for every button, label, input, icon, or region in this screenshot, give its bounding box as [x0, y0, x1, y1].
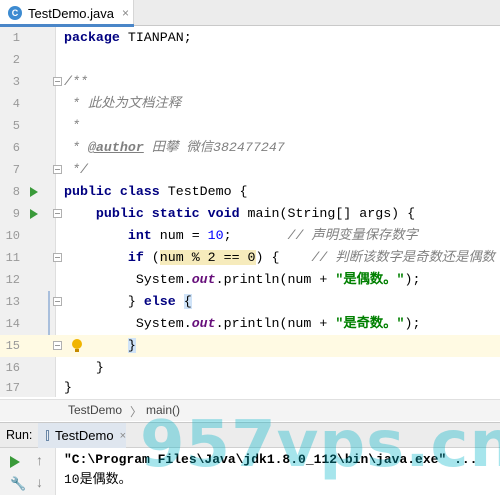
- arrow-down-icon[interactable]: ↓: [36, 474, 43, 490]
- line-number: 15: [5, 339, 20, 353]
- line-number: 3: [12, 75, 20, 89]
- fold-icon[interactable]: [53, 165, 62, 174]
- code-line[interactable]: 8 public class TestDemo {: [0, 181, 500, 203]
- breadcrumb-class[interactable]: TestDemo: [68, 403, 122, 417]
- console-icon: [46, 430, 50, 441]
- editor-tab-bar: C TestDemo.java ×: [0, 0, 500, 27]
- close-icon[interactable]: ×: [122, 6, 129, 20]
- line-number: 16: [5, 361, 20, 375]
- fold-icon[interactable]: [53, 253, 62, 262]
- run-toolbar: ↑ 🔧 ↓: [0, 448, 56, 495]
- run-main-icon[interactable]: [30, 209, 38, 219]
- line-number: 2: [12, 53, 20, 67]
- line-number: 11: [5, 251, 20, 265]
- breadcrumb-method[interactable]: main(): [146, 403, 180, 417]
- code-line[interactable]: 13 } else {: [0, 291, 500, 357]
- line-number: 5: [12, 119, 20, 133]
- line-number: 12: [5, 273, 20, 287]
- highlighted-expression: num % 2 == 0: [159, 250, 256, 265]
- code-line[interactable]: 5 *: [0, 115, 500, 137]
- fold-icon[interactable]: [53, 297, 62, 306]
- fold-icon[interactable]: [53, 77, 62, 86]
- run-panel-title: Run:: [6, 428, 33, 442]
- line-number: 8: [12, 185, 20, 199]
- code-line[interactable]: 7 */: [0, 159, 500, 181]
- breadcrumb-separator-icon: 〉: [130, 405, 143, 419]
- code-line-current[interactable]: 15 }: [0, 335, 500, 357]
- run-class-icon[interactable]: [30, 187, 38, 197]
- line-number: 13: [5, 295, 20, 309]
- code-editor[interactable]: 1 package TIANPAN; 2 3 /** 4 * 此处为文档注释 5…: [0, 27, 500, 397]
- tab-testdemo-java[interactable]: C TestDemo.java ×: [0, 0, 134, 27]
- run-panel-header: Run: TestDemo ×: [0, 422, 500, 448]
- rerun-icon[interactable]: [10, 456, 20, 468]
- code-line[interactable]: 3 /**: [0, 71, 500, 93]
- close-icon[interactable]: ×: [120, 430, 126, 442]
- fold-icon[interactable]: [53, 341, 62, 350]
- javadoc-tag: @author: [87, 140, 144, 155]
- breadcrumb: TestDemo 〉 main(): [0, 399, 500, 421]
- fold-icon[interactable]: [53, 209, 62, 218]
- run-tab-label: TestDemo: [55, 428, 114, 443]
- matched-brace: {: [183, 294, 192, 309]
- line-number: 10: [5, 229, 20, 243]
- code-line[interactable]: 1 package TIANPAN;: [0, 27, 500, 49]
- code-line[interactable]: 12 System.out.println(num + "是偶数。");: [0, 269, 500, 291]
- line-number: 1: [12, 31, 20, 45]
- run-console[interactable]: ↑ 🔧 ↓ "C:\Program Files\Java\jdk1.8.0_11…: [0, 448, 500, 495]
- line-number: 4: [12, 97, 20, 111]
- code-line[interactable]: 9 public static void main(String[] args)…: [0, 203, 500, 225]
- line-number: 7: [12, 163, 20, 177]
- code-line[interactable]: 17 }: [0, 379, 500, 397]
- line-number: 9: [12, 207, 20, 221]
- code-line[interactable]: 2: [0, 49, 500, 71]
- arrow-up-icon[interactable]: ↑: [36, 452, 43, 468]
- code-line[interactable]: 11 if (num % 2 == 0) { // 判断该数字是奇数还是偶数: [0, 247, 500, 269]
- matched-brace: }: [127, 338, 136, 353]
- code-line[interactable]: 16 }: [0, 357, 500, 379]
- console-output: 10是偶数。: [64, 472, 132, 487]
- code-line[interactable]: 4 * 此处为文档注释: [0, 93, 500, 115]
- line-number: 6: [12, 141, 20, 155]
- wrench-icon[interactable]: 🔧: [10, 476, 26, 492]
- code-line[interactable]: 14 System.out.println(num + "是奇数。");: [0, 313, 500, 335]
- code-line[interactable]: 10 int num = 10; // 声明变量保存数字: [0, 225, 500, 247]
- console-command: "C:\Program Files\Java\jdk1.8.0_112\bin\…: [64, 452, 478, 467]
- tab-label: TestDemo.java: [28, 5, 114, 21]
- code-line[interactable]: 6 * @author 田攀 微信382477247: [0, 137, 500, 159]
- line-number: 17: [5, 381, 20, 395]
- java-class-icon: C: [8, 6, 22, 20]
- line-number: 14: [5, 317, 20, 331]
- run-tab-testdemo[interactable]: TestDemo ×: [38, 423, 126, 448]
